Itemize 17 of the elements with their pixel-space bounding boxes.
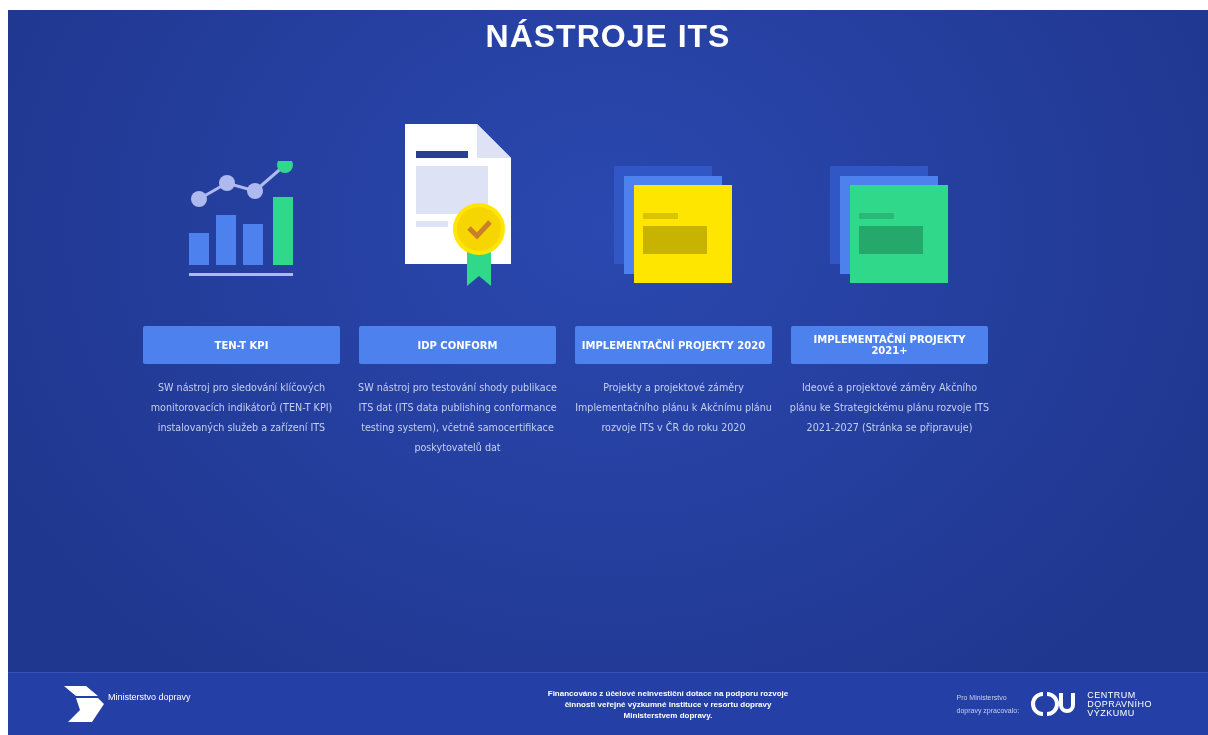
tool-button[interactable]: TEN-T KPI (143, 326, 340, 364)
cdv-logo-icon (1031, 691, 1076, 717)
page-title: NÁSTROJE ITS (485, 18, 731, 55)
tool-description: SW nástroj pro sledování klíčových monitorovacích indikátorů (TEN-T KPI) instalovaných služeb a zařízení ITS (150, 381, 333, 435)
documents-icon (613, 166, 734, 286)
documents-icon (829, 166, 950, 286)
funding-note: Financováno z účelové neinvestiční dotace na podporu rozvoje činnosti veřejné výzkumné instituce v resortu dopravy Ministerstvem dopravy. (546, 687, 790, 721)
cdv-logo-text: CENTRUM DOPRAVNÍHO VÝZKUMU (1087, 690, 1152, 718)
tool-description: Ideové a projektové záměry Akčního plánu ke Strategickému plánu rozvoje ITS 2021-2027 (Stránka se připravuje) (789, 381, 990, 435)
certificate-icon (402, 124, 513, 286)
tool-description: Projekty a projektové záměry Implementačního plánu k Akčnímu plánu rozvoje ITS v ČR do roku 2020 (575, 381, 772, 435)
tool-button[interactable]: IMPLEMENTAČNÍ PROJEKTY 2021+ (791, 326, 988, 364)
ministry-name: Ministerstvo dopravy (108, 692, 191, 702)
tool-button[interactable]: IDP CONFORM (359, 326, 556, 364)
tool-button[interactable]: IMPLEMENTAČNÍ PROJEKTY 2020 (575, 326, 772, 364)
ministry-logo-icon (64, 686, 104, 722)
tool-description: SW nástroj pro testování shody publikace ITS dat (ITS data publishing conformance testing system), včetně samocertifikace poskytovatelů dat (358, 381, 557, 455)
